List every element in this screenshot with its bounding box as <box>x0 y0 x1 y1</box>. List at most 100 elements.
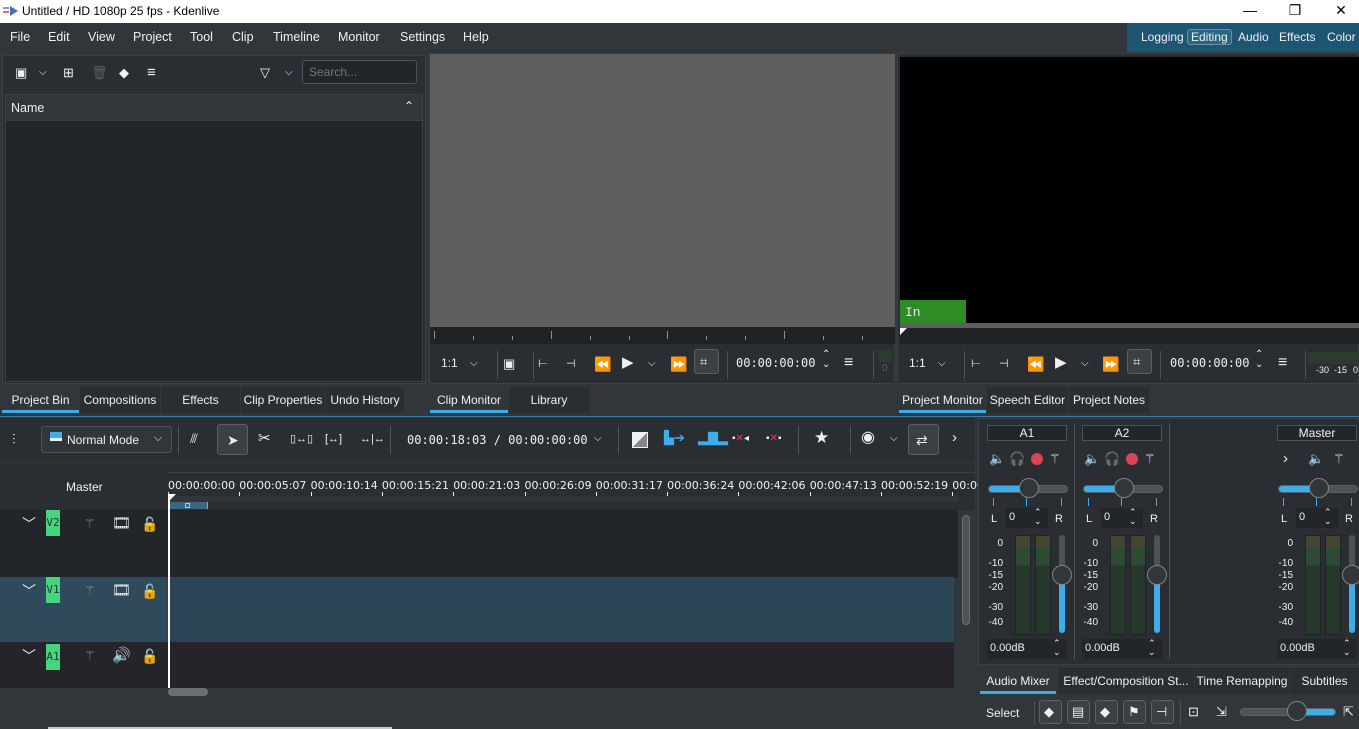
workspace-color[interactable]: Color <box>1327 30 1356 44</box>
timecode-stepper-icon[interactable]: ⌃ ⌄ <box>1255 350 1263 370</box>
gain-spinbox[interactable]: 0.00dB ⌃ ⌄ <box>987 639 1067 659</box>
add-clip-icon[interactable]: ▣ <box>15 65 27 81</box>
clip-mode-icon[interactable]: ▣ <box>503 356 515 372</box>
maximize-button[interactable]: ❐ <box>1280 2 1310 19</box>
mute-speaker-icon[interactable]: 🔈 <box>1308 451 1324 467</box>
lock-open-icon[interactable]: 🔓 <box>141 516 158 532</box>
overwrite-icon[interactable]: ▂▇▂ <box>698 430 728 446</box>
lock-open-icon[interactable]: 🔓 <box>141 583 158 599</box>
balance-spinbox[interactable]: 0 ⌃ ⌄ <box>1101 508 1143 528</box>
crop-button[interactable]: ⌗ <box>1127 349 1152 374</box>
mixer-toggle-button[interactable]: ⇄ <box>908 424 939 455</box>
clip-monitor-ruler[interactable] <box>430 327 895 344</box>
bin-column-header[interactable]: Name ⌃ <box>6 95 422 121</box>
menu-clip[interactable]: Clip <box>232 30 254 44</box>
set-in-point-icon[interactable]: ⊢ <box>971 356 981 372</box>
bin-search-input[interactable] <box>302 60 417 84</box>
more-chevron-icon[interactable]: › <box>952 430 957 446</box>
collapse-track-icon[interactable]: ﹀ <box>22 516 36 532</box>
timeline-ruler[interactable]: 00:00:00:00 00:00:05:07 00:00:10:14 00:00:1… <box>168 472 989 500</box>
show-thumbnails-button[interactable]: ▤ <box>1067 700 1090 724</box>
tab-effects[interactable]: Effects <box>161 387 240 413</box>
zoom-out-icon[interactable]: ⇲ <box>1216 704 1227 720</box>
ripple-tool-icon[interactable]: [↔] <box>325 431 342 447</box>
filter-chevron-icon[interactable]: ⌵ <box>285 65 293 81</box>
tab-compositions[interactable]: Compositions <box>80 387 160 413</box>
menu-settings[interactable]: Settings <box>400 30 445 44</box>
clip-zoom-label[interactable]: 1:1 <box>441 356 458 370</box>
collapse-track-icon[interactable]: ﹀ <box>22 648 36 664</box>
crop-button[interactable]: ⌗ <box>694 349 719 374</box>
balance-slider[interactable] <box>1278 478 1358 498</box>
headphones-solo-icon[interactable]: 🎧 <box>1009 451 1025 467</box>
track-name-badge[interactable]: A1 <box>46 644 60 670</box>
track-v1[interactable]: ﹀ V1 ⚚ 🎞 🔓 <box>0 577 954 642</box>
headphones-solo-icon[interactable]: 🎧 <box>1104 451 1120 467</box>
master-track-label[interactable]: Master <box>66 480 103 494</box>
tab-time-remapping[interactable]: Time Remapping <box>1195 668 1289 694</box>
volume-fader[interactable] <box>1147 535 1167 633</box>
tab-speech-editor[interactable]: Speech Editor <box>987 387 1068 413</box>
rewind-icon[interactable]: ⏪ <box>594 356 611 372</box>
project-zoom-label[interactable]: 1:1 <box>909 356 926 370</box>
zoom-chevron-icon[interactable]: ⌵ <box>470 356 478 372</box>
effects-wand-icon[interactable]: ⚚ <box>1144 451 1156 467</box>
delete-icon[interactable]: 🗑 <box>91 65 108 81</box>
effects-wand-icon[interactable]: ⚚ <box>84 516 96 532</box>
tab-effect-composition-stack[interactable]: Effect/Composition St... <box>1058 668 1194 694</box>
project-timecode[interactable]: 00:00:00:00 <box>1170 356 1249 370</box>
menu-view[interactable]: View <box>88 30 115 44</box>
playhead-marker[interactable] <box>900 328 907 335</box>
tab-project-monitor[interactable]: Project Monitor <box>899 387 986 413</box>
chevron-down-icon[interactable]: ⌵ <box>39 65 47 81</box>
extract-icon[interactable]: ▪✕◂ <box>732 431 749 447</box>
zone-bar[interactable] <box>168 502 208 509</box>
tag-icon[interactable]: ◆ <box>119 65 129 81</box>
menu-file[interactable]: File <box>10 30 30 44</box>
video-track-icon[interactable]: 🎞 <box>112 516 131 532</box>
monitor-menu-icon[interactable]: ≡ <box>1278 355 1287 371</box>
play-options-icon[interactable]: ⌵ <box>648 356 656 372</box>
project-monitor-screen[interactable] <box>900 57 1359 323</box>
snap-button[interactable]: ⊣ <box>1151 700 1174 724</box>
mute-speaker-icon[interactable]: 🔈 <box>989 451 1005 467</box>
collapse-track-icon[interactable]: ﹀ <box>22 583 36 599</box>
record-icon[interactable] <box>1126 453 1138 465</box>
timecode-chevron-icon[interactable]: ⌵ <box>594 431 602 447</box>
composite-icon[interactable] <box>632 432 648 448</box>
gain-spinbox[interactable]: 0.00dB ⌃ ⌄ <box>1277 639 1357 659</box>
menu-edit[interactable]: Edit <box>48 30 70 44</box>
playhead-line[interactable] <box>168 495 170 688</box>
set-out-point-icon[interactable]: ⊣ <box>999 356 1009 372</box>
track-v2[interactable]: ﹀ V2 ⚚ 🎞 🔓 <box>0 510 958 578</box>
volume-fader[interactable] <box>1052 535 1072 633</box>
show-markers-button[interactable]: ⚑ <box>1123 700 1146 724</box>
set-out-point-icon[interactable]: ⊣ <box>566 356 576 372</box>
horizontal-scrollbar[interactable] <box>168 688 208 696</box>
play-icon[interactable]: ▶ <box>1055 355 1067 371</box>
balance-spinbox[interactable]: 0 ⌃ ⌄ <box>1006 508 1048 528</box>
forward-icon[interactable]: ⏩ <box>1102 356 1119 372</box>
add-folder-icon[interactable]: ⊞ <box>63 65 74 81</box>
tab-subtitles[interactable]: Subtitles <box>1290 668 1359 694</box>
timeline-position[interactable]: 00:00:18:03 / 00:00:00:00 <box>407 433 588 447</box>
tab-undo-history[interactable]: Undo History <box>326 387 404 413</box>
menu-monitor[interactable]: Monitor <box>338 30 380 44</box>
forward-icon[interactable]: ⏩ <box>670 356 687 372</box>
mute-speaker-icon[interactable]: 🔈 <box>1084 451 1100 467</box>
show-keyframes-button[interactable]: ◆ <box>1095 700 1118 724</box>
menu-help[interactable]: Help <box>463 30 489 44</box>
clip-timecode[interactable]: 00:00:00:00 <box>736 356 815 370</box>
workspace-effects[interactable]: Effects <box>1279 30 1315 44</box>
set-in-point-icon[interactable]: ⊢ <box>538 356 548 372</box>
rewind-icon[interactable]: ⏪ <box>1027 356 1044 372</box>
effects-wand-icon[interactable]: ⚚ <box>84 648 96 664</box>
expand-chevron-icon[interactable]: › <box>1283 451 1288 467</box>
menu-icon[interactable]: ≡ <box>147 65 156 81</box>
preview-render-icon[interactable]: ◉ <box>861 430 875 446</box>
vertical-scrollbar[interactable] <box>962 515 970 625</box>
gain-spinbox[interactable]: 0.00dB ⌃ ⌄ <box>1082 639 1162 659</box>
show-tags-button[interactable]: ◆ <box>1039 700 1062 724</box>
effects-wand-icon[interactable]: ⚚ <box>1049 451 1061 467</box>
effects-wand-icon[interactable]: ⚚ <box>84 583 96 599</box>
